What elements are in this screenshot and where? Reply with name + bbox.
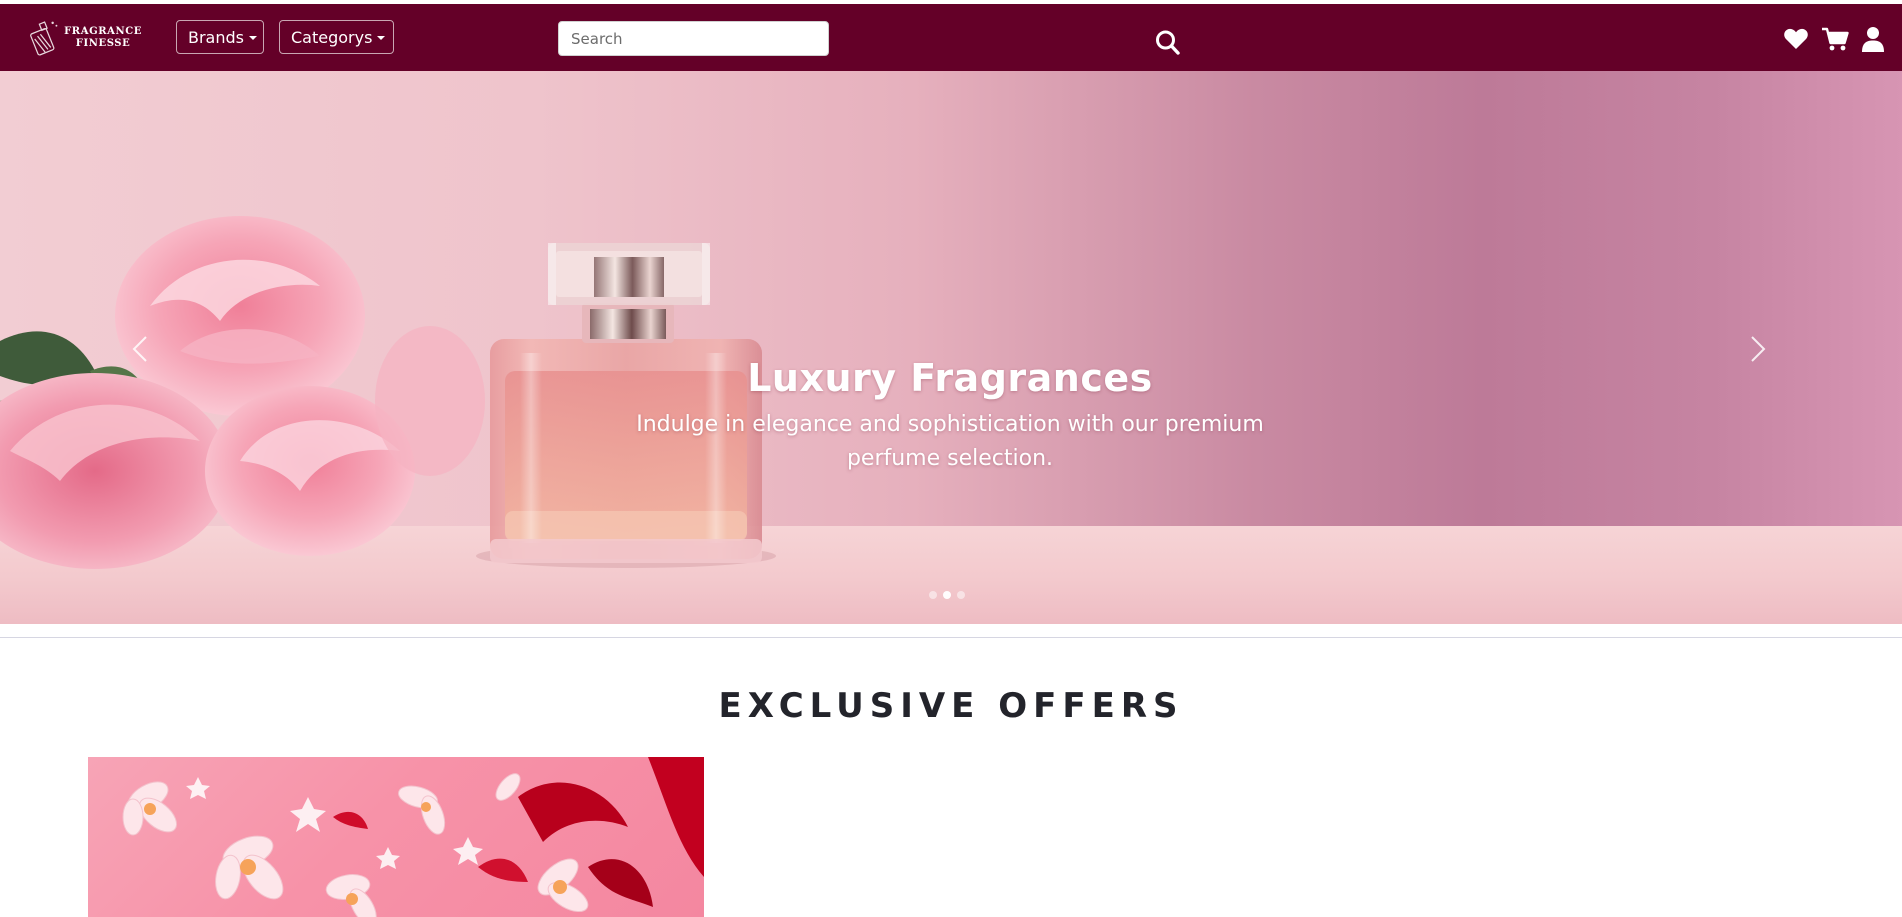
heart-icon[interactable] [1783, 26, 1809, 52]
carousel-indicator-2[interactable] [943, 591, 951, 599]
top-navbar: FRAGRANCE FINESSE Brands Categorys [0, 4, 1902, 71]
hero-slide-image [0, 216, 776, 569]
carousel-indicators [929, 591, 973, 601]
caret-down-icon [377, 35, 386, 40]
categories-dropdown-button[interactable]: Categorys [279, 20, 394, 54]
carousel-next-icon[interactable] [1742, 329, 1772, 369]
search-input[interactable] [558, 21, 829, 56]
hero-caption: Luxury Fragrances Indulge in elegance an… [560, 354, 1340, 476]
offer-card-image[interactable] [88, 757, 704, 917]
brands-dropdown-label: Brands [188, 27, 244, 47]
search-icon[interactable] [1155, 29, 1181, 57]
section-divider [0, 637, 1902, 638]
brand-logo-line2: FINESSE [75, 38, 131, 49]
user-icon[interactable] [1862, 26, 1884, 52]
brand-logo-text: FRAGRANCE FINESSE [64, 26, 142, 50]
orchid-flowers-image [122, 757, 704, 917]
exclusive-offers-heading: EXCLUSIVE OFFERS [718, 686, 1184, 726]
categories-dropdown-label: Categorys [291, 27, 373, 47]
perfume-bottle-logo-icon [30, 21, 58, 56]
brand-logo-line1: FRAGRANCE [64, 26, 142, 37]
caret-down-icon [249, 35, 257, 40]
carousel-indicator-1[interactable] [929, 591, 937, 599]
carousel-prev-icon[interactable] [126, 329, 156, 369]
hero-title: Luxury Fragrances [747, 356, 1153, 400]
brands-dropdown-button[interactable]: Brands [176, 20, 264, 54]
hero-carousel: Luxury Fragrances Indulge in elegance an… [0, 71, 1902, 624]
cart-icon[interactable] [1821, 26, 1849, 52]
hero-subtitle: Indulge in elegance and sophistication w… [636, 412, 1264, 471]
carousel-indicator-3[interactable] [957, 591, 965, 599]
brand-logo[interactable]: FRAGRANCE FINESSE [30, 18, 142, 58]
